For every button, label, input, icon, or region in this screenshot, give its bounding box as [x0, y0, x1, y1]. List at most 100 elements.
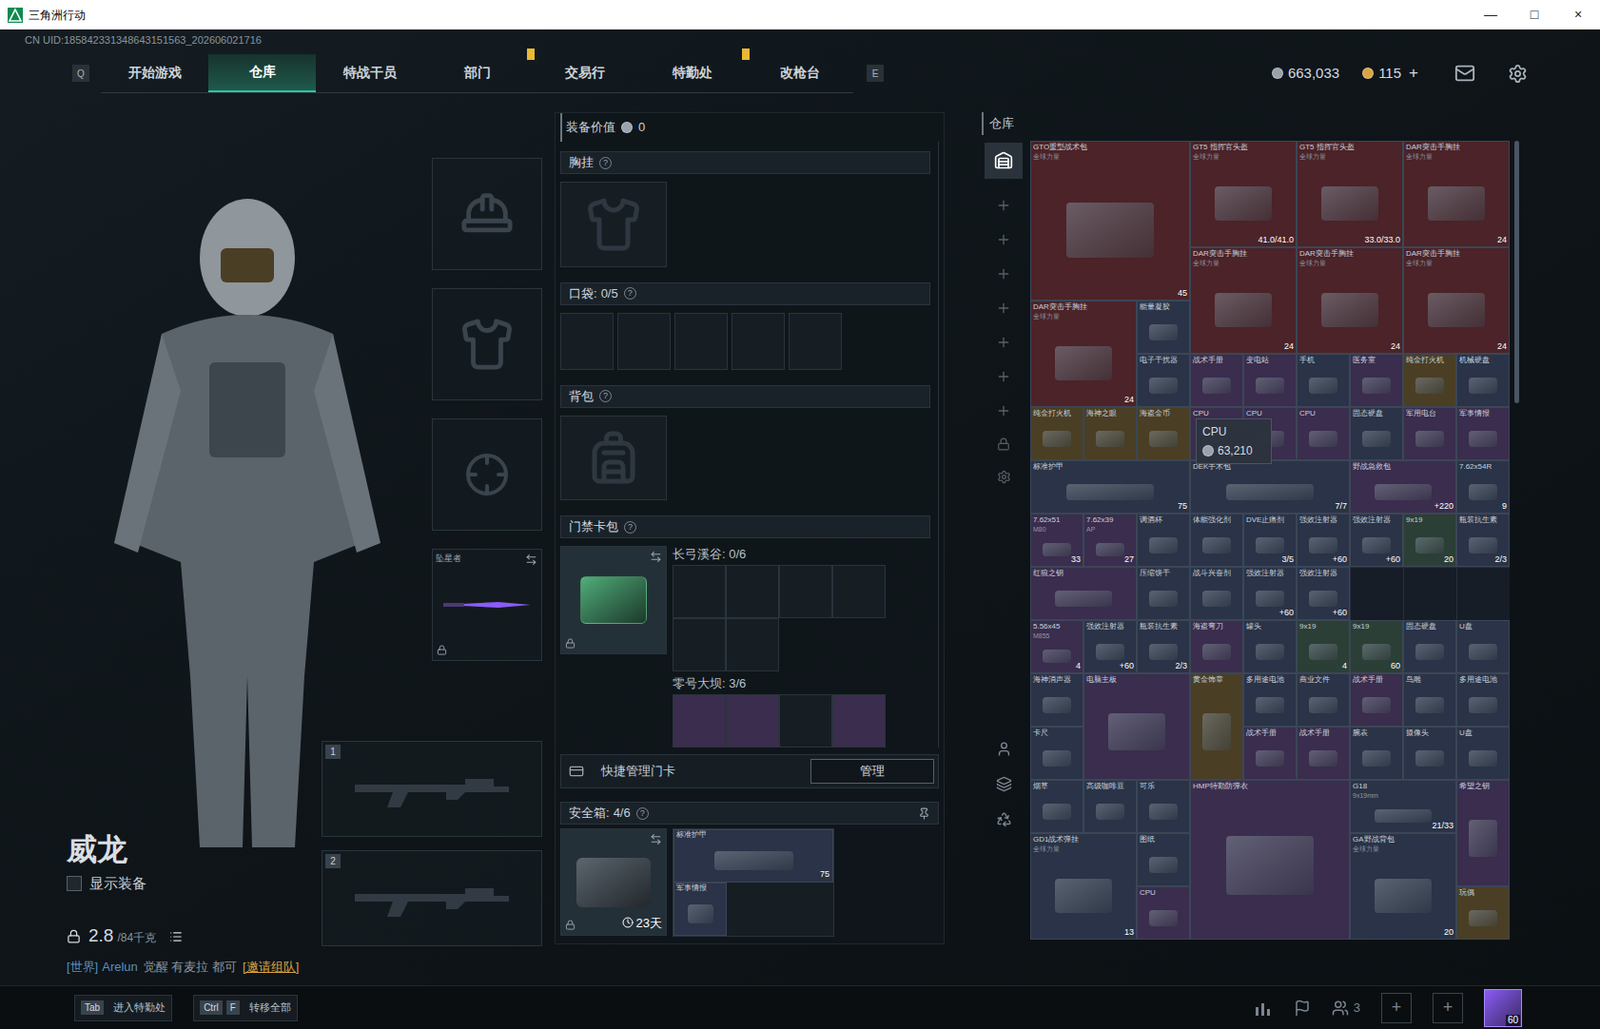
warehouse-item[interactable]: 医务室	[1349, 353, 1404, 408]
pocket-slot[interactable]	[617, 312, 671, 371]
manage-button[interactable]: 管理	[810, 759, 935, 784]
mail-icon[interactable]	[1454, 62, 1476, 84]
keycard-slot[interactable]	[779, 694, 833, 748]
warehouse-item[interactable]: DAR突击手胸挂全球力量24	[1403, 247, 1510, 354]
add-tab-icon[interactable]	[995, 300, 1012, 316]
warehouse-item[interactable]: CPU	[1136, 886, 1191, 940]
warehouse-item[interactable]: 海盗弯刀	[1190, 620, 1244, 674]
warehouse-item[interactable]: G189x19mm21/33	[1349, 780, 1457, 834]
warehouse-item[interactable]: 纯金打火机	[1403, 353, 1457, 408]
list-icon[interactable]	[169, 930, 183, 944]
weapon-slot[interactable]: 1	[321, 741, 543, 838]
warehouse-item[interactable]: 强效注射器+60	[1296, 566, 1350, 621]
stats-icon[interactable]	[1253, 999, 1273, 1017]
warehouse-item[interactable]: 玩偶	[1456, 886, 1510, 940]
add-tab-icon[interactable]	[995, 232, 1012, 248]
pocket-slot[interactable]	[674, 312, 728, 371]
warehouse-item[interactable]: DAR突击手胸挂全球力量24	[1030, 300, 1137, 408]
warehouse-item[interactable]: 强效注射器+60	[1349, 513, 1404, 567]
warehouse-item[interactable]: CPU	[1296, 407, 1350, 461]
help-badge[interactable]: ?	[624, 521, 637, 534]
warehouse-item[interactable]: 罐头	[1243, 620, 1297, 674]
nav-tab[interactable]: 部门	[423, 54, 531, 93]
swap-icon[interactable]	[649, 550, 663, 564]
backpack-slot[interactable]	[560, 415, 667, 502]
warehouse-item[interactable]: GT5 指挥官头盔全球力量41.0/41.0	[1190, 140, 1297, 248]
window-control[interactable]: —	[1468, 0, 1513, 30]
weapon-slot[interactable]: 2	[321, 850, 543, 947]
operator-icon[interactable]	[995, 741, 1013, 758]
flag-icon[interactable]	[1293, 999, 1311, 1017]
gear-slot[interactable]	[431, 157, 543, 271]
warehouse-item[interactable]: 图纸	[1136, 833, 1191, 887]
hotkey-hint[interactable]: Tab进入特勤处	[74, 995, 173, 1022]
warehouse-item[interactable]: 强效注射器+60	[1243, 566, 1297, 621]
warehouse-item[interactable]: 烟草	[1030, 780, 1084, 834]
warehouse-item[interactable]: 军事情报	[1456, 407, 1510, 461]
warehouse-item[interactable]: 5.56x45M8554	[1030, 620, 1084, 674]
keycard-slot[interactable]	[672, 618, 726, 672]
warehouse-item[interactable]: DEK手术包7/7	[1190, 460, 1350, 514]
help-badge[interactable]: ?	[599, 156, 612, 170]
warehouse-item[interactable]: DAR突击手胸挂全球力量24	[1296, 247, 1404, 354]
warehouse-item[interactable]: 9x194	[1296, 620, 1350, 674]
warehouse-item[interactable]: 瓶装抗生素2/3	[1136, 620, 1191, 674]
recycle-icon[interactable]	[995, 811, 1013, 828]
keycard-slot[interactable]	[672, 694, 726, 748]
warehouse-item[interactable]: 体能强化剂	[1190, 513, 1244, 567]
warehouse-item[interactable]: 多用途电池	[1456, 673, 1510, 727]
warehouse-item[interactable]: 战术手册	[1349, 673, 1404, 727]
add-tab-icon[interactable]	[995, 197, 1012, 214]
warehouse-item[interactable]: 战术手册	[1243, 726, 1297, 781]
warehouse-item[interactable]: 多用途电池	[1243, 673, 1297, 727]
warehouse-item[interactable]: 固态硬盘	[1403, 620, 1457, 674]
warehouse-item[interactable]: 野战急救包+220	[1349, 460, 1457, 514]
warehouse-item[interactable]: 标准护甲75	[1030, 460, 1191, 514]
warehouse-item[interactable]: U盘	[1456, 620, 1510, 674]
add-currency-button[interactable]: +	[1408, 60, 1419, 86]
warehouse-tab[interactable]	[984, 142, 1023, 179]
keycard-slot[interactable]	[725, 618, 780, 672]
warehouse-item[interactable]: GT5 指挥官头盔全球力量33.0/33.0	[1296, 140, 1404, 248]
warehouse-item[interactable]: GTO重型战术包全球力量45	[1030, 140, 1191, 301]
help-badge[interactable]: ?	[624, 287, 637, 300]
keycard-slot[interactable]	[672, 565, 726, 619]
warehouse-item[interactable]: 红狼之钥	[1030, 566, 1137, 621]
gear-slot[interactable]: 坠星者	[431, 548, 543, 662]
warehouse-item[interactable]: 战术手册	[1296, 726, 1350, 781]
safe-item[interactable]: 标准护甲75	[673, 829, 834, 883]
pocket-slot[interactable]	[788, 312, 842, 371]
warehouse-item[interactable]: 7.62x51M8033	[1030, 513, 1084, 567]
warehouse-item[interactable]: 瓶装抗生素2/3	[1456, 513, 1510, 567]
warehouse-item[interactable]: 海神消声器	[1030, 673, 1084, 727]
warehouse-item[interactable]: 7.62x54R9	[1456, 460, 1510, 514]
warehouse-item[interactable]: GA野战背包全球力量20	[1349, 833, 1457, 940]
warehouse-item[interactable]: 战术手册	[1190, 353, 1244, 408]
swap-icon[interactable]	[649, 833, 663, 846]
warehouse-item[interactable]: 高级咖啡豆	[1083, 780, 1137, 834]
warehouse-item[interactable]: HMP特勤防弹衣	[1190, 780, 1350, 940]
warehouse-item[interactable]: 卡尺	[1030, 726, 1084, 781]
add-tab-icon[interactable]	[995, 403, 1012, 419]
add-tab-icon[interactable]	[995, 266, 1012, 282]
layers-icon[interactable]	[995, 776, 1013, 793]
warehouse-item[interactable]: 摄像头	[1403, 726, 1457, 781]
chest-rig-slot[interactable]	[560, 181, 667, 268]
pocket-slot[interactable]	[560, 312, 614, 371]
warehouse-item[interactable]: 9x1960	[1349, 620, 1404, 674]
invite-link[interactable]: [邀请组队]	[242, 959, 299, 975]
keycard-slot[interactable]	[725, 565, 780, 619]
help-badge[interactable]: ?	[636, 807, 649, 820]
friends-count[interactable]: 3	[1331, 998, 1361, 1018]
warehouse-item[interactable]: 变电站	[1243, 353, 1297, 408]
warehouse-item[interactable]: GD1战术弹挂全球力量13	[1030, 833, 1137, 940]
warehouse-item[interactable]: U盘	[1456, 726, 1510, 781]
warehouse-item[interactable]: 海盗金币	[1136, 407, 1191, 461]
keycard-slot[interactable]	[832, 694, 886, 748]
invite-slot[interactable]: +	[1381, 993, 1412, 1024]
warehouse-item[interactable]: 黄金饰章	[1190, 673, 1244, 781]
add-tab-icon[interactable]	[995, 334, 1012, 351]
warehouse-item[interactable]: 电子干扰器	[1136, 353, 1191, 408]
warehouse-item[interactable]: 商业文件	[1296, 673, 1350, 727]
gear-slot[interactable]	[431, 418, 543, 531]
